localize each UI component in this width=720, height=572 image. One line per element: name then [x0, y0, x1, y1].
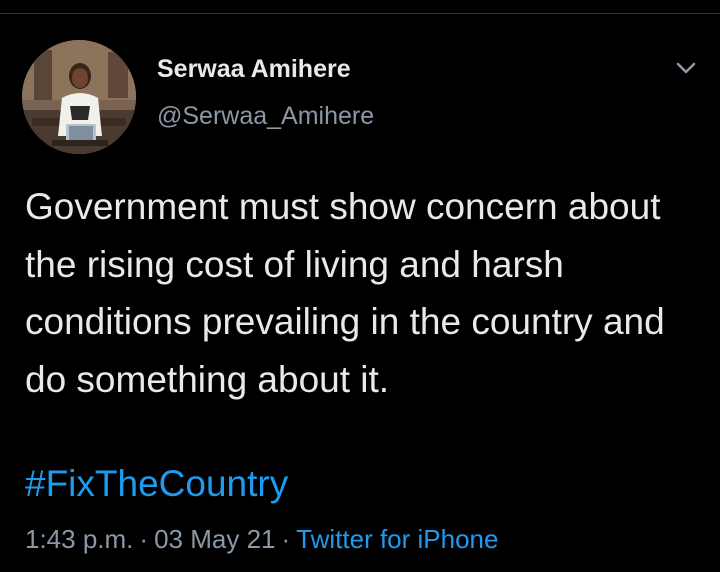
avatar[interactable]: [22, 40, 136, 154]
tweet-time[interactable]: 1:43 p.m.: [25, 524, 133, 554]
author-display-name[interactable]: Serwaa Amihere: [157, 55, 351, 84]
tweet-options-button[interactable]: [672, 56, 700, 80]
meta-separator: ·: [281, 524, 291, 554]
meta-separator: ·: [139, 524, 149, 554]
tweet-meta: 1:43 p.m. · 03 May 21 · Twitter for iPhone: [25, 521, 498, 557]
avatar-photo-icon: [22, 40, 136, 154]
chevron-down-icon: [676, 62, 696, 74]
top-divider: [0, 13, 720, 14]
author-handle[interactable]: @Serwaa_Amihere: [157, 102, 374, 131]
tweet-date[interactable]: 03 May 21: [154, 524, 275, 554]
hashtag-link[interactable]: #FixTheCountry: [25, 455, 288, 512]
tweet-source-link[interactable]: Twitter for iPhone: [296, 524, 498, 554]
tweet-text: Government must show concern about the r…: [25, 186, 665, 400]
